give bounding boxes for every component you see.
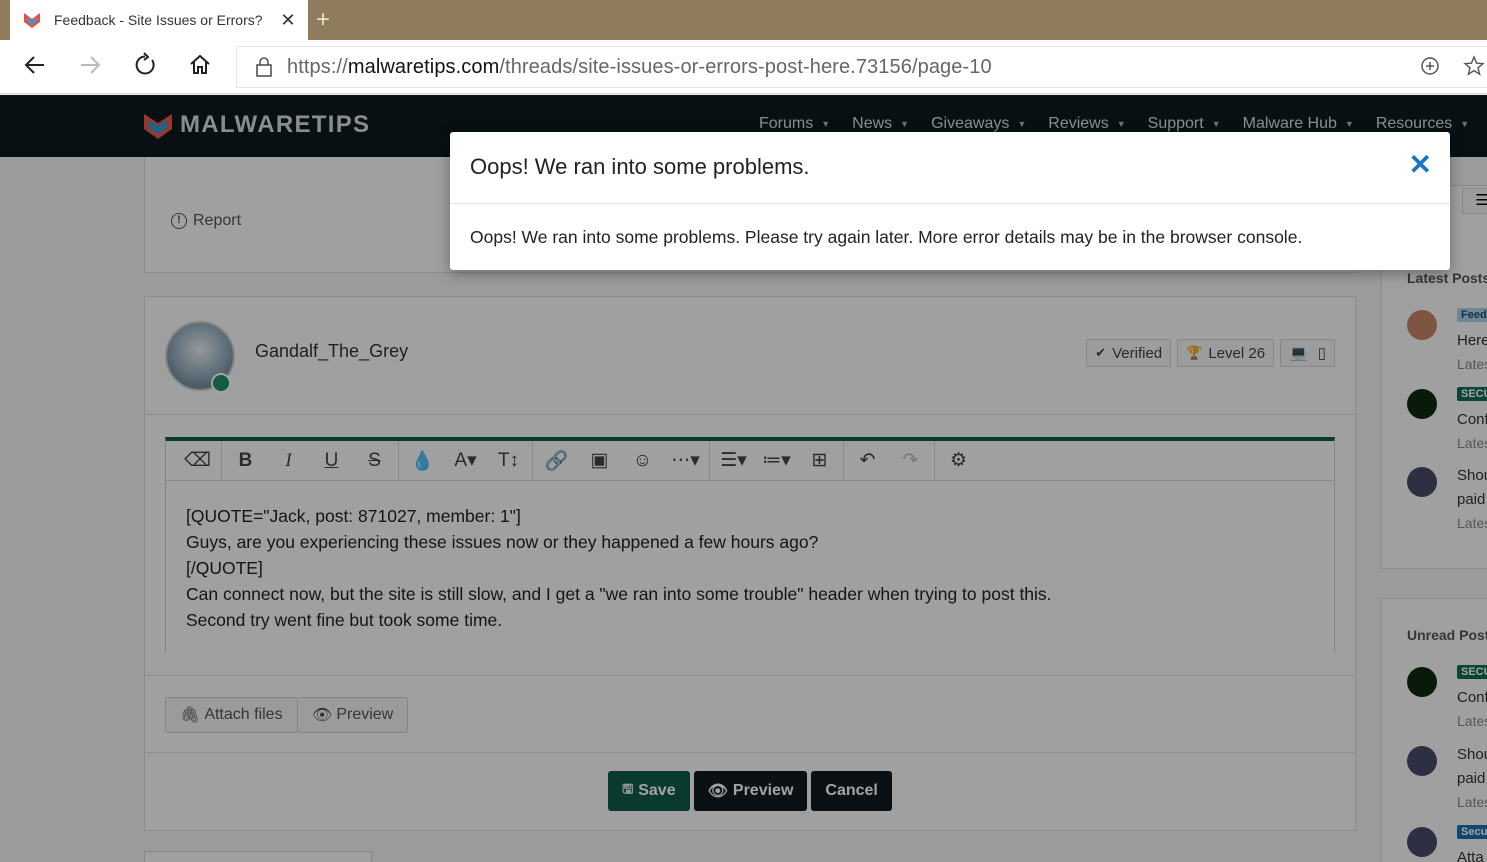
refresh-icon[interactable] [130,52,160,82]
close-icon[interactable]: ✕ [1409,150,1432,180]
star-icon[interactable] [1463,55,1485,83]
add-favorite-icon[interactable] [1419,55,1441,83]
lock-icon [256,57,272,77]
tab-title: Feedback - Site Issues or Errors? [54,12,263,28]
dialog-message: Oops! We ran into some problems. Please … [470,227,1303,247]
malwaretips-favicon-icon [24,13,40,28]
browser-tabstrip: Feedback - Site Issues or Errors? ✕ + [0,0,1487,40]
home-icon[interactable] [185,52,215,82]
forward-arrow-icon[interactable] [75,52,105,82]
dialog-title: Oops! We ran into some problems. [470,154,810,179]
dialog-header: Oops! We ran into some problems. ✕ [450,132,1450,204]
back-arrow-icon[interactable] [20,52,50,82]
browser-navbar: https://malwaretips.com/threads/site-iss… [0,40,1487,94]
browser-tab[interactable]: Feedback - Site Issues or Errors? ✕ [10,0,308,40]
address-bar[interactable]: https://malwaretips.com/threads/site-iss… [236,46,1487,88]
error-dialog: Oops! We ran into some problems. ✕ Oops!… [450,132,1450,270]
url-text[interactable]: https://malwaretips.com/threads/site-iss… [287,56,992,79]
new-tab-icon[interactable]: + [316,6,330,34]
tab-close-icon[interactable]: ✕ [278,10,298,31]
